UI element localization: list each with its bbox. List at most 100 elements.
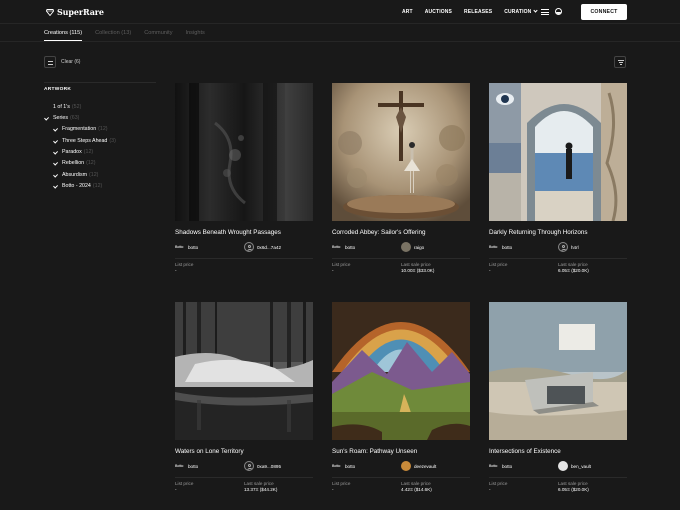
- owner-name: 0x6d...7a42: [257, 244, 282, 250]
- filter-series[interactable]: Series (63): [44, 115, 79, 121]
- owner-avatar: [401, 242, 411, 252]
- artwork-card[interactable]: Sun's Roam: Pathway Unseen Botto botto de…: [332, 302, 470, 495]
- artwork-card[interactable]: Corroded Abbey: Sailor's Offering Botto b…: [332, 83, 470, 276]
- artwork-card[interactable]: Shadows Beneath Wrought Passages Botto bo…: [175, 83, 313, 276]
- owner-name: raigo: [414, 244, 425, 250]
- list-price-value: -: [175, 487, 177, 492]
- tab-insights[interactable]: Insights: [186, 30, 205, 41]
- last-sale-value: 4.42Ξ ($14.6K): [401, 487, 432, 492]
- owner[interactable]: ben_vault: [558, 461, 591, 471]
- checkbox-checked[interactable]: [44, 116, 49, 121]
- artwork-title[interactable]: Intersections of Existence: [489, 448, 627, 455]
- tabs-divider: [0, 41, 680, 42]
- filter-label: Three Steps Ahead: [62, 138, 108, 144]
- artwork-image[interactable]: [332, 83, 470, 221]
- owner[interactable]: 0xa9...0895: [244, 461, 281, 471]
- checkbox-checked[interactable]: [53, 161, 58, 166]
- main-nav: ART AUCTIONS RELEASES CURATION: [402, 8, 539, 15]
- owner-name: ben_vault: [571, 463, 591, 469]
- creator-badge: Botto: [175, 245, 184, 249]
- tab-creations[interactable]: Creations (115): [44, 30, 83, 41]
- creator[interactable]: Botto botto: [332, 245, 355, 250]
- creator-name: botto: [188, 463, 199, 469]
- creator[interactable]: Botto botto: [489, 245, 512, 250]
- creator-badge: Botto: [175, 464, 184, 468]
- artwork-image[interactable]: [175, 83, 313, 221]
- checkbox-checked[interactable]: [53, 173, 58, 178]
- card-divider: [332, 258, 470, 259]
- artwork-abbey-image: [332, 83, 470, 221]
- nav-releases[interactable]: RELEASES: [464, 9, 492, 15]
- owner[interactable]: 0x6d...7a42: [244, 242, 281, 252]
- artwork-waters-image: [175, 302, 313, 440]
- nav-curation-label: CURATION: [504, 9, 532, 15]
- creator[interactable]: Botto botto: [489, 464, 512, 469]
- artwork-title[interactable]: Corroded Abbey: Sailor's Offering: [332, 229, 470, 236]
- owner[interactable]: deezevault: [401, 461, 436, 471]
- filter-count: (12): [83, 149, 94, 155]
- creator[interactable]: Botto botto: [332, 464, 355, 469]
- checkbox-checked[interactable]: [53, 184, 58, 189]
- owner-name: 0xa9...0895: [257, 463, 282, 469]
- creator[interactable]: Botto botto: [175, 464, 198, 469]
- creator-name: botto: [345, 463, 356, 469]
- filter-one-of-ones[interactable]: 1 of 1's (52): [44, 104, 81, 110]
- tab-community[interactable]: Community: [144, 30, 172, 41]
- artwork-card[interactable]: Darkly Returning Through Horizons Botto b…: [489, 83, 627, 276]
- last-sale-label: Last sale price: [401, 262, 431, 267]
- checkbox-checked[interactable]: [53, 139, 58, 144]
- filter-label: 1 of 1's: [53, 104, 70, 110]
- artwork-title[interactable]: Sun's Roam: Pathway Unseen: [332, 448, 470, 455]
- checkbox-checked[interactable]: [53, 150, 58, 155]
- list-price-value: -: [332, 487, 334, 492]
- filter-label: Rebellion: [62, 160, 85, 166]
- creator-name: botto: [502, 244, 513, 250]
- filter-toggle-button[interactable]: [44, 56, 56, 68]
- list-price-value: -: [332, 268, 334, 273]
- filter-paradox[interactable]: Paradox (12): [53, 149, 93, 155]
- artwork-card[interactable]: Waters on Lone Territory Botto botto 0xa9…: [175, 302, 313, 495]
- theme-toggle-icon[interactable]: [555, 8, 562, 15]
- artwork-image[interactable]: [175, 302, 313, 440]
- creator[interactable]: Botto botto: [175, 245, 198, 250]
- owner[interactable]: h4rl: [558, 242, 579, 252]
- filter-rebellion[interactable]: Rebellion (12): [53, 160, 96, 166]
- owner[interactable]: raigo: [401, 242, 424, 252]
- hamburger-menu-icon[interactable]: [541, 9, 549, 15]
- creator-badge: Botto: [332, 245, 341, 249]
- artwork-title[interactable]: Darkly Returning Through Horizons: [489, 229, 627, 236]
- nav-curation[interactable]: CURATION: [504, 8, 539, 15]
- filter-three-steps-ahead[interactable]: Three Steps Ahead (3): [53, 138, 116, 144]
- filter-absurdism[interactable]: Absurdism (12): [53, 172, 98, 178]
- filter-heading-artwork: ARTWORK: [44, 87, 72, 92]
- artwork-card[interactable]: Intersections of Existence Botto botto be…: [489, 302, 627, 495]
- connect-button[interactable]: CONNECT: [581, 4, 627, 20]
- filter-label: Botto - 2024: [62, 183, 91, 189]
- creator-name: botto: [502, 463, 513, 469]
- brand-name: SuperRare: [57, 7, 104, 17]
- owner-name: h4rl: [571, 244, 579, 250]
- artwork-image[interactable]: [489, 83, 627, 221]
- artwork-image[interactable]: [489, 302, 627, 440]
- nav-art[interactable]: ART: [402, 9, 413, 15]
- user-avatar-icon: [244, 242, 254, 252]
- sort-button[interactable]: [614, 56, 626, 68]
- checkbox[interactable]: [44, 105, 49, 110]
- artwork-title[interactable]: Shadows Beneath Wrought Passages: [175, 229, 313, 236]
- checkbox-checked[interactable]: [53, 127, 58, 132]
- artwork-image[interactable]: [332, 302, 470, 440]
- card-divider: [489, 258, 627, 259]
- filter-fragmentation[interactable]: Fragmentation (12): [53, 126, 108, 132]
- brand-logo[interactable]: SuperRare: [46, 7, 104, 17]
- tab-collection[interactable]: Collection (13): [95, 30, 131, 41]
- owner-name: deezevault: [414, 463, 437, 469]
- nav-auctions[interactable]: AUCTIONS: [425, 9, 452, 15]
- filter-botto-2024[interactable]: Botto - 2024 (12): [53, 183, 102, 189]
- artwork-title[interactable]: Waters on Lone Territory: [175, 448, 313, 455]
- clear-filters-link[interactable]: Clear (6): [61, 59, 80, 65]
- filter-label: Fragmentation: [62, 126, 97, 132]
- last-sale-label: Last sale price: [558, 262, 588, 267]
- profile-tabs: Creations (115) Collection (13) Communit…: [44, 30, 205, 41]
- card-divider: [175, 477, 313, 478]
- creator-name: botto: [345, 244, 356, 250]
